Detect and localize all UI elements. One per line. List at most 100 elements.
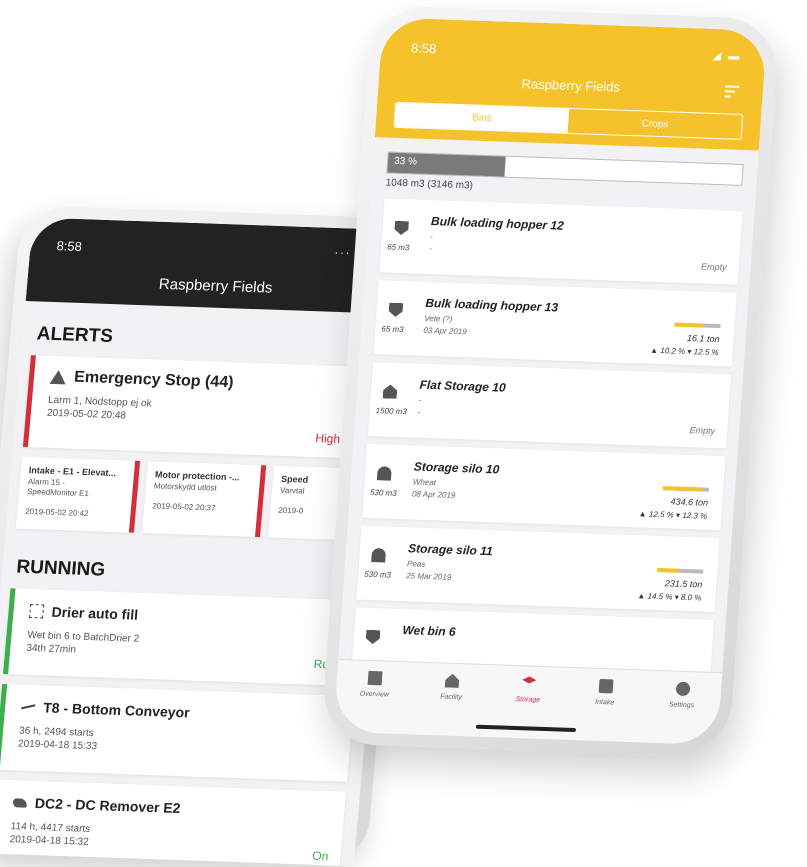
running-header: RUNNING (15, 556, 107, 581)
hopper-icon (365, 630, 380, 644)
bin-name: Wet bin 6 (401, 623, 457, 639)
bin-crop: - (418, 395, 422, 405)
bin-level-fill (657, 567, 679, 573)
app-header: 8:58 ◢ ▬ Raspberry Fields Bins Crops (374, 17, 768, 151)
running-state: On (311, 848, 330, 864)
bin-empty-label: Empty (689, 425, 716, 436)
bin-name: Storage silo 11 (407, 541, 494, 559)
hopper-icon (394, 221, 409, 235)
bin-moisture: ▲ 10.2 % ▾ 12.5 % (649, 345, 719, 358)
capacity-percent: 33 % (393, 155, 418, 168)
mini-alert-title: Motor protection -... (154, 469, 241, 483)
bin-tons: 231.5 ton (664, 578, 703, 590)
bin-date: - (417, 407, 421, 417)
bin-volume: 530 m3 (369, 487, 397, 498)
right-phone: 8:58 ◢ ▬ Raspberry Fields Bins Crops 33 … (320, 5, 780, 758)
bin-card[interactable]: 65 m3 Bulk loading hopper 12- - Empty (379, 198, 743, 285)
bin-name: Bulk loading hopper 12 (430, 214, 565, 233)
list-icon (367, 670, 383, 686)
bin-level-fill (662, 486, 703, 492)
clipboard-icon (598, 678, 614, 694)
bin-crop: Vete (?) (423, 313, 453, 324)
capacity-summary: 33 % 1048 m3 (3146 m3) (385, 151, 744, 201)
segment-crops[interactable]: Crops (568, 109, 743, 139)
bin-crop: Peas (406, 559, 426, 569)
running-card[interactable]: DC2 - DC Remover E2 114 h, 4417 starts 2… (0, 779, 347, 867)
tab-label: Storage (515, 696, 541, 704)
bin-tons: 16.1 ton (686, 333, 720, 345)
sort-menu-icon[interactable] (724, 85, 740, 100)
tab-label: Facility (439, 693, 463, 702)
bin-tons: 434.6 ton (670, 496, 709, 508)
tab-overview[interactable]: Overview (333, 660, 415, 735)
flat-storage-icon (383, 384, 398, 398)
status-icons: ◢ ▬ (712, 49, 742, 63)
tab-label: Overview (359, 690, 390, 699)
dryer-icon (29, 603, 45, 619)
remover-icon (12, 797, 28, 808)
tab-label: Intake (594, 698, 615, 707)
phone-screen: 8:58 ◢ ▬ Raspberry Fields Bins Crops 33 … (333, 17, 768, 746)
segment-bins[interactable]: Bins (394, 102, 570, 133)
notch (158, 221, 292, 251)
silo-icon (371, 548, 387, 563)
running-card[interactable]: T8 - Bottom Conveyor 36 h, 2494 starts 2… (0, 683, 355, 782)
bin-crop: Wheat (412, 477, 437, 488)
hopper-icon (388, 303, 403, 317)
running-title: Drier auto fill (50, 603, 139, 623)
alerts-header: ALERTS (35, 323, 114, 348)
running-title: T8 - Bottom Conveyor (42, 699, 191, 721)
mini-alert-card[interactable]: Intake - E1 - Elevat... Alarm 15 - Speed… (15, 456, 141, 533)
status-time: 8:58 (55, 238, 83, 255)
status-time: 8:58 (410, 40, 437, 57)
conveyor-icon (21, 704, 36, 710)
bin-volume: 530 m3 (363, 569, 392, 580)
tab-intake[interactable]: Intake (564, 668, 646, 743)
bin-volume: 1500 m3 (375, 406, 408, 417)
mini-alert-title: Intake - E1 - Elevat... (28, 465, 117, 479)
bin-level-fill (674, 322, 703, 328)
mini-alert-line: Motorskydd utlöst (153, 481, 218, 493)
bin-name: Bulk loading hopper 13 (424, 295, 559, 315)
bin-volume: 65 m3 (381, 324, 404, 335)
bin-crop: - (429, 232, 433, 242)
silo-icon (376, 466, 392, 481)
mini-alert-line: SpeedMonitor E1 (26, 486, 90, 499)
bin-list[interactable]: 65 m3 Bulk loading hopper 12- - Empty 65 m3 B… (337, 198, 755, 694)
bin-level-bar (662, 486, 710, 492)
bin-name: Flat Storage 10 (419, 377, 507, 395)
bin-card[interactable]: 1500 m3 Flat Storage 10- - Empty (367, 362, 732, 449)
alert-card-emergency[interactable]: Emergency Stop (44) Larm 1, Nödstopp ej … (22, 355, 384, 460)
bin-moisture: ▲ 12.5 % ▾ 12.3 % (638, 509, 708, 521)
layers-icon (522, 676, 537, 690)
bin-level-bar (657, 567, 704, 574)
alert-title: Emergency Stop (44) (73, 368, 235, 392)
mini-alert-card[interactable]: Motor protection -... Motorskydd utlöst … (141, 461, 267, 538)
tab-bar: Overview Facility Storage Intake Setting… (333, 658, 723, 746)
bin-card[interactable]: 530 m3 Storage silo 10 Wheat 08 Apr 2019 434… (362, 443, 726, 531)
bin-card[interactable]: 65 m3 Bulk loading hopper 13 Vete (?) 03 Ap… (373, 280, 737, 367)
warning-icon (49, 369, 67, 385)
bin-card[interactable]: 530 m3 Storage silo 11 Peas 25 Mar 2019 231.… (356, 525, 720, 612)
alerts-carousel[interactable]: Intake - E1 - Elevat... Alarm 15 - Speed… (15, 456, 393, 542)
bin-volume: 65 m3 (386, 242, 410, 253)
bin-moisture: ▲ 14.5 % ▾ 8.0 % (637, 591, 702, 603)
bin-date: - (428, 244, 433, 254)
gear-icon (675, 681, 691, 697)
notch (511, 21, 644, 51)
bin-name: Storage silo 10 (413, 459, 500, 477)
tab-settings[interactable]: Settings (640, 671, 722, 746)
tab-label: Settings (668, 701, 695, 710)
running-card[interactable]: Drier auto fill Wet bin 6 to BatchDrier … (3, 588, 363, 687)
app-title: Raspberry Fields (158, 275, 274, 297)
bin-level-bar (674, 322, 721, 329)
bin-date: 08 Apr 2019 (411, 489, 456, 500)
mini-alert-date: 2019-05-02 20:42 (24, 506, 89, 519)
app-title: Raspberry Fields (521, 76, 621, 95)
mini-alert-date: 2019-05-02 20:37 (151, 501, 216, 513)
bin-empty-label: Empty (700, 261, 727, 273)
bin-date: 03 Apr 2019 (423, 325, 468, 337)
home-icon (445, 674, 460, 688)
bin-date: 25 Mar 2019 (405, 571, 452, 582)
segmented-control[interactable]: Bins Crops (393, 101, 744, 140)
